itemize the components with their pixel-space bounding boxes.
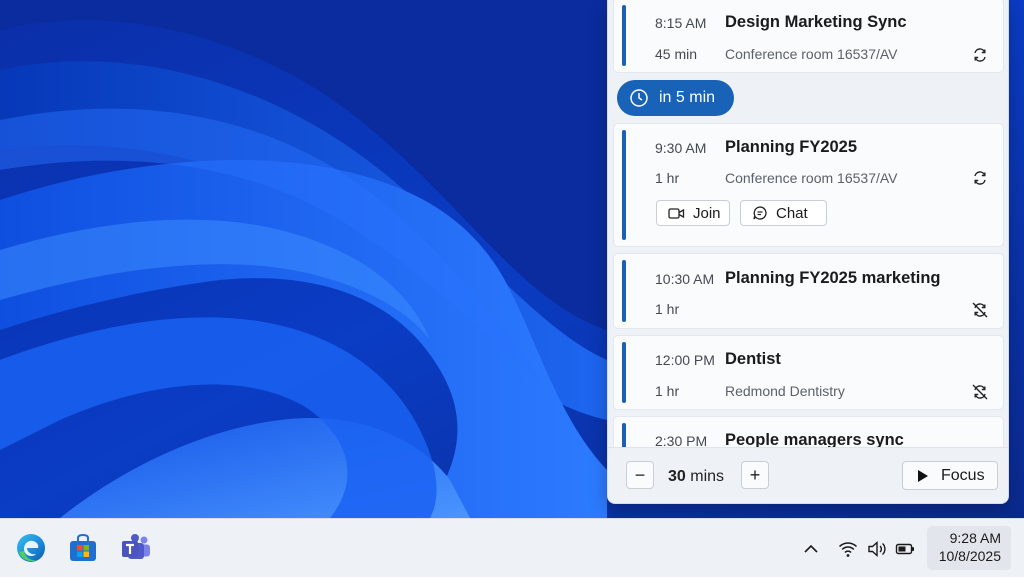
plus-icon: + (749, 464, 761, 485)
event-time: 9:30 AM (655, 140, 707, 156)
video-camera-icon (668, 207, 685, 219)
event-card-planning-fy2025-marketing[interactable]: 10:30 AM Planning FY2025 marketing 1 hr (613, 253, 1004, 329)
event-duration: 1 hr (655, 170, 680, 186)
event-title: Planning FY2025 (725, 138, 858, 156)
event-color-bar (622, 260, 626, 322)
chevron-up-icon[interactable] (801, 539, 821, 559)
event-duration: 1 hr (655, 301, 680, 317)
focus-duration-value: 30 (668, 468, 686, 485)
upcoming-meeting-badge[interactable]: in 5 min (617, 80, 734, 116)
taskbar: 9:28 AM 10/8/2025 (0, 518, 1024, 577)
recurring-icon (974, 48, 986, 62)
teams-icon[interactable] (120, 532, 152, 564)
recurring-icon (974, 171, 986, 185)
event-list[interactable]: 8:15 AM Design Marketing Sync 45 min Con… (608, 0, 1008, 447)
wifi-icon[interactable] (838, 539, 858, 559)
event-color-bar (622, 342, 626, 403)
event-title: People managers sync (725, 431, 904, 447)
event-location: Conference room 16537/AV (725, 46, 898, 62)
taskbar-date: 10/8/2025 (938, 548, 1001, 564)
recurrence-off-icon (972, 384, 988, 400)
chat-button[interactable]: Chat (740, 200, 827, 226)
event-color-bar (622, 5, 626, 66)
start-focus-label: Focus (941, 466, 985, 484)
play-icon (918, 469, 928, 482)
focus-duration-unit: mins (690, 468, 725, 485)
join-button-label: Join (693, 204, 721, 222)
minus-icon: − (634, 464, 646, 485)
decrease-minutes-button[interactable]: − (626, 461, 654, 489)
clock-icon (630, 89, 648, 107)
focus-duration: 30 mins (668, 468, 724, 486)
event-card-dentist[interactable]: 12:00 PM Dentist 1 hr Redmond Dentistry (613, 335, 1004, 410)
focus-session-bar: − 30 mins + Focus (608, 447, 1008, 503)
event-time: 8:15 AM (655, 15, 707, 31)
chat-button-label: Chat (776, 204, 808, 222)
increase-minutes-button[interactable]: + (741, 461, 769, 489)
event-duration: 45 min (655, 46, 698, 62)
event-time: 10:30 AM (655, 271, 715, 287)
taskbar-clock[interactable]: 9:28 AM 10/8/2025 (927, 526, 1011, 570)
event-card-people-managers-sync[interactable]: 2:30 PM People managers sync (613, 416, 1004, 447)
chat-bubble-icon (753, 206, 767, 220)
event-color-bar (622, 423, 626, 447)
event-time: 12:00 PM (655, 352, 715, 368)
event-location: Redmond Dentistry (725, 383, 845, 399)
event-time: 2:30 PM (655, 433, 708, 447)
start-focus-button[interactable]: Focus (902, 461, 998, 490)
event-duration: 1 hr (655, 383, 680, 399)
recurrence-off-icon (972, 302, 988, 318)
join-button[interactable]: Join (656, 200, 730, 226)
event-title: Dentist (725, 350, 781, 368)
taskbar-time: 9:28 AM (949, 530, 1001, 546)
store-icon[interactable] (67, 532, 99, 564)
event-card-planning-fy2025[interactable]: 9:30 AM Planning FY2025 1 hr Conference … (613, 123, 1004, 247)
calendar-flyout: 8:15 AM Design Marketing Sync 45 min Con… (607, 0, 1009, 504)
event-title: Planning FY2025 marketing (725, 269, 941, 287)
event-card-design-marketing-sync[interactable]: 8:15 AM Design Marketing Sync 45 min Con… (613, 0, 1004, 73)
battery-icon[interactable] (895, 539, 915, 559)
upcoming-badge-label: in 5 min (659, 89, 716, 106)
event-title: Design Marketing Sync (725, 13, 907, 31)
volume-icon[interactable] (867, 539, 887, 559)
event-color-bar (622, 130, 626, 240)
edge-icon[interactable] (15, 532, 47, 564)
event-location: Conference room 16537/AV (725, 170, 898, 186)
